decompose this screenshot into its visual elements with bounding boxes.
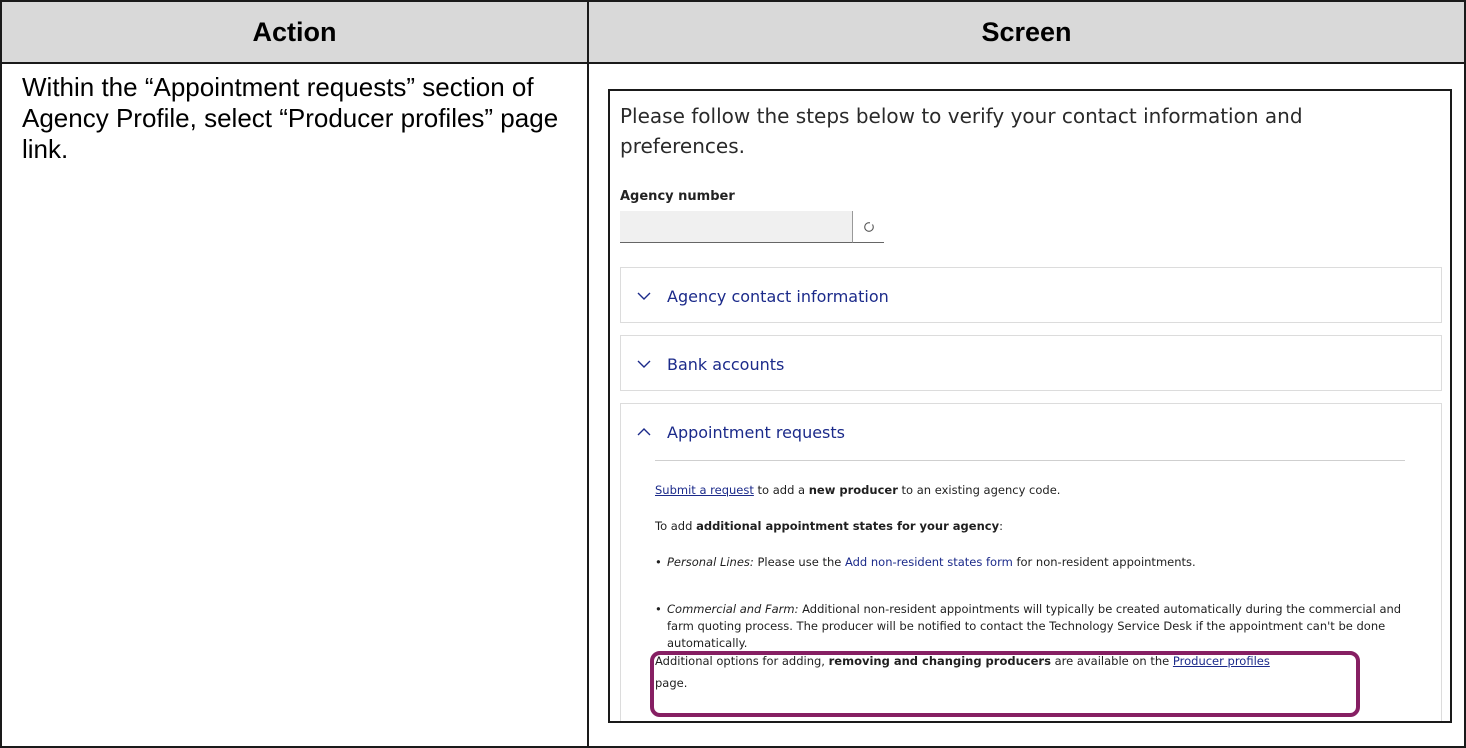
action-instruction: Within the “Appointment requests” sectio…: [22, 72, 559, 164]
refresh-icon: [863, 221, 874, 232]
accordion-header-bank-accounts[interactable]: Bank accounts: [621, 336, 1441, 392]
agency-number-label: Agency number: [620, 189, 735, 204]
column-header-screen: Screen: [981, 16, 1072, 47]
text-fragment: to add a: [753, 483, 809, 497]
text-fragment: for non-resident appointments.: [1012, 555, 1196, 569]
text-fragment: to an existing agency code.: [897, 483, 1061, 497]
chevron-down-icon: [637, 289, 651, 303]
accordion-divider: [655, 460, 1405, 461]
accordion-bank-accounts: Bank accounts: [620, 335, 1442, 391]
highlight-callout: [650, 651, 1360, 717]
appointment-requests-content: Submit a request to add a new producer t…: [655, 482, 1415, 690]
agency-number-refresh-button[interactable]: [852, 211, 884, 243]
accordion-title: Appointment requests: [667, 422, 845, 442]
screenshot-panel: Please follow the steps below to verify …: [608, 89, 1452, 723]
column-header-action: Action: [252, 16, 337, 47]
accordion-title: Bank accounts: [667, 354, 785, 374]
commercial-farm-bullet: Commercial and Farm: Additional non-resi…: [655, 601, 1415, 652]
instruction-table: Action Screen Within the “Appointment re…: [0, 0, 1466, 748]
text-fragment: To add: [655, 519, 697, 533]
text-fragment: :: [999, 519, 1003, 533]
text-fragment: Please use the: [753, 555, 845, 569]
agency-number-input[interactable]: [620, 211, 852, 243]
submit-request-link[interactable]: Submit a request: [655, 483, 754, 497]
additional-states-paragraph: To add additional appointment states for…: [655, 518, 1003, 535]
submit-request-paragraph: Submit a request to add a new producer t…: [655, 482, 1060, 499]
add-non-resident-states-link[interactable]: Add non-resident states form: [845, 555, 1013, 569]
text-bold: additional appointment states for your a…: [696, 519, 1000, 533]
chevron-up-icon: [637, 425, 651, 439]
accordion-header-appointment-requests[interactable]: Appointment requests: [621, 404, 1441, 460]
accordion-title: Agency contact information: [667, 286, 889, 306]
text-italic: Personal Lines:: [667, 555, 754, 569]
chevron-down-icon: [637, 357, 651, 371]
personal-lines-bullet: Personal Lines: Please use the Add non-r…: [655, 554, 1415, 571]
text-italic: Commercial and Farm:: [667, 602, 799, 616]
intro-text: Please follow the steps below to verify …: [620, 104, 1303, 158]
column-divider: [587, 2, 589, 746]
accordion-header-agency-contact[interactable]: Agency contact information: [621, 268, 1441, 324]
table-header-row: Action Screen: [2, 2, 1464, 64]
text-bold: new producer: [808, 483, 898, 497]
accordion-agency-contact: Agency contact information: [620, 267, 1442, 323]
